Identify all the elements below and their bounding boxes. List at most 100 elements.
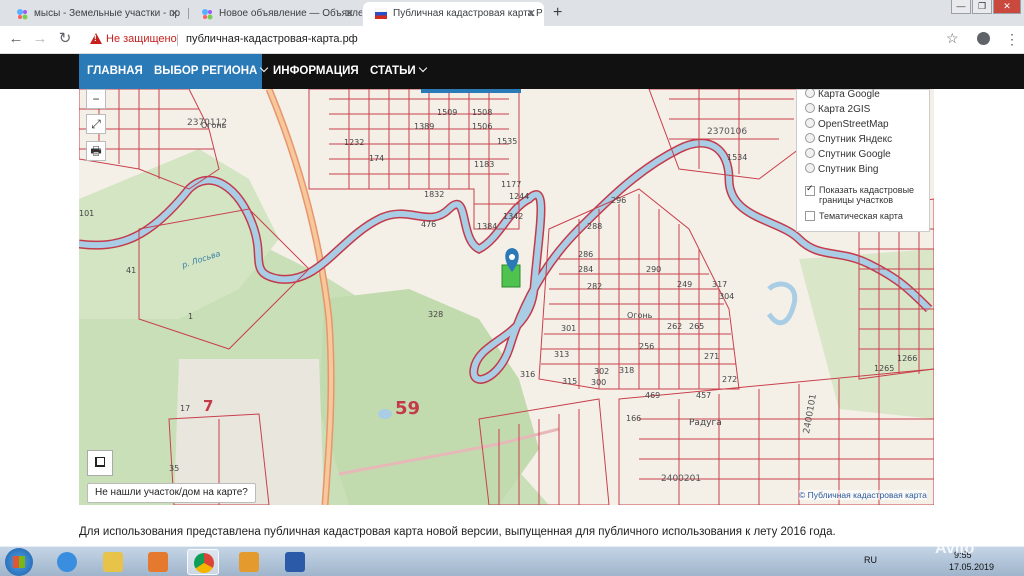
layer-label: Спутник Google (818, 149, 891, 160)
parcel-number: 1342 (503, 212, 523, 221)
parcel-number: 1506 (472, 122, 492, 131)
tab-1[interactable]: мысы - Земельные участки - пр ✕ (4, 2, 187, 26)
nav-home[interactable]: ГЛАВНАЯ (87, 54, 143, 89)
layer-bing-satellite[interactable]: Спутник Bing (805, 163, 879, 176)
window-app-icon[interactable] (279, 549, 311, 575)
parcel-number: 35 (169, 464, 179, 473)
parcel-number: 1177 (501, 180, 521, 189)
radio-icon (805, 118, 815, 128)
parcel-number: 1265 (874, 364, 894, 373)
thematic-map-checkbox[interactable] (805, 211, 815, 221)
clock-date[interactable]: 17.05.2019 (949, 562, 994, 572)
radio-icon (805, 133, 815, 143)
not-found-button[interactable]: Не нашли участок/дом на карте? (87, 483, 256, 503)
cadastral-borders-label: Показать кадастровые границы участков (819, 185, 915, 205)
back-icon[interactable]: ← (7, 30, 25, 48)
parcel-number: 101 (79, 209, 94, 218)
avito-watermark: Avito (935, 540, 975, 557)
parcel-number: 282 (587, 282, 602, 291)
nav-articles-label: СТАТЬИ (370, 65, 416, 77)
tab-close-icon[interactable]: ✕ (170, 2, 179, 26)
parcel-number: 304 (719, 292, 734, 301)
layer-2gis[interactable]: Карта 2GIS (805, 103, 870, 116)
nav-region[interactable]: ВЫБОР РЕГИОНА (154, 54, 269, 89)
tab-3-active[interactable]: Публичная кадастровая карта Р ✕ (363, 2, 544, 26)
maximize-button[interactable]: ❐ (972, 0, 992, 14)
radio-icon (805, 163, 815, 173)
parcel-number: 174 (369, 154, 384, 163)
menu-icon[interactable]: ⋮ (1005, 30, 1019, 48)
star-icon[interactable]: ☆ (946, 30, 959, 47)
parcel-number: 262 (667, 322, 682, 331)
radio-icon (805, 89, 815, 98)
ie-icon[interactable] (51, 549, 83, 575)
start-icon[interactable] (5, 548, 33, 576)
map-attribution[interactable]: © Публичная кадастровая карта (799, 490, 927, 500)
parcel-number: 1244 (509, 192, 529, 201)
tab-close-icon[interactable]: ✕ (345, 2, 354, 26)
quarter-number: 2400201 (661, 474, 701, 484)
parcel-number: 1534 (727, 153, 747, 162)
layer-google-satellite[interactable]: Спутник Google (805, 148, 891, 161)
chrome-icon[interactable] (187, 549, 219, 575)
parcel-number: 166 (626, 414, 641, 423)
parcel-number: 296 (611, 196, 626, 205)
tab-1-title: мысы - Земельные участки - пр (34, 8, 181, 19)
avito-favicon-icon (17, 9, 28, 20)
quarter-number: 2370112 (187, 118, 227, 128)
tab-strip: мысы - Земельные участки - пр ✕ Новое об… (0, 0, 1024, 26)
layer-yandex-satellite[interactable]: Спутник Яндекс (805, 133, 892, 146)
forward-icon[interactable]: → (31, 30, 49, 48)
cadastral-borders-checkbox[interactable] (805, 183, 815, 196)
layer-google-map[interactable]: Карта Google (805, 89, 880, 101)
avito-favicon-icon (202, 9, 213, 20)
url-field[interactable]: публичная-кадастровая-карта.рф (186, 33, 358, 45)
village-label: Радуга (689, 418, 722, 428)
parcel-number: 476 (421, 220, 436, 229)
parcel-number: 313 (554, 350, 569, 359)
cadastral-map[interactable]: 59 7 р. Лосьва Огонь Огонь Радуга 237011… (79, 89, 934, 505)
print-icon[interactable]: 🖶 (86, 141, 106, 161)
parcel-number: 301 (561, 324, 576, 333)
parcel-number: 300 (591, 378, 606, 387)
tab-2[interactable]: Новое объявление — Объявлен ✕ (189, 2, 362, 26)
legend-button[interactable] (87, 450, 113, 476)
layer-osm[interactable]: OpenStreetMap (805, 118, 889, 131)
new-tab-button[interactable]: + (553, 2, 562, 24)
fullscreen-icon[interactable]: ⤢ (86, 114, 106, 134)
parcel-number: 1535 (497, 137, 517, 146)
parcel-number: 316 (520, 370, 535, 379)
account-icon[interactable] (977, 32, 990, 45)
quarter-7-label: 7 (203, 397, 213, 415)
nav-articles[interactable]: СТАТЬИ (370, 54, 427, 89)
outlook-icon[interactable] (233, 549, 265, 575)
parcel-number: 1389 (414, 122, 434, 131)
parcel-number: 286 (578, 250, 593, 259)
layer-label: Карта Google (818, 89, 880, 100)
quarter-59-label: 59 (395, 398, 420, 419)
close-window-button[interactable]: ✕ (993, 0, 1021, 14)
layer-label: Спутник Яндекс (818, 134, 893, 145)
parcel-number: 290 (646, 265, 661, 274)
layer-label: Спутник Bing (818, 164, 879, 175)
language-indicator[interactable]: RU (864, 555, 877, 565)
parcel-number: 1508 (472, 108, 492, 117)
security-label[interactable]: Не защищено (106, 33, 177, 45)
parcel-number: 1832 (424, 190, 444, 199)
village-label: Огонь (627, 311, 653, 320)
layer-label: OpenStreetMap (818, 119, 889, 130)
parcel-number: 328 (428, 310, 443, 319)
page-description: Для использования представлена публичная… (79, 526, 836, 538)
nav-home-label: ГЛАВНАЯ (87, 65, 143, 77)
parcel-number: 1183 (474, 160, 494, 169)
nav-info-label: ИНФОРМАЦИЯ (273, 65, 359, 77)
nav-info[interactable]: ИНФОРМАЦИЯ (273, 54, 359, 89)
reload-icon[interactable]: ↻ (56, 30, 74, 48)
parcel-number: 1232 (344, 138, 364, 147)
zoom-out-button[interactable]: − (86, 89, 106, 109)
tab-close-icon[interactable]: ✕ (527, 2, 536, 26)
explorer-icon[interactable] (97, 549, 129, 575)
media-icon[interactable] (142, 549, 174, 575)
minimize-button[interactable]: — (951, 0, 971, 14)
thematic-map-label: Тематическая карта (819, 211, 903, 221)
